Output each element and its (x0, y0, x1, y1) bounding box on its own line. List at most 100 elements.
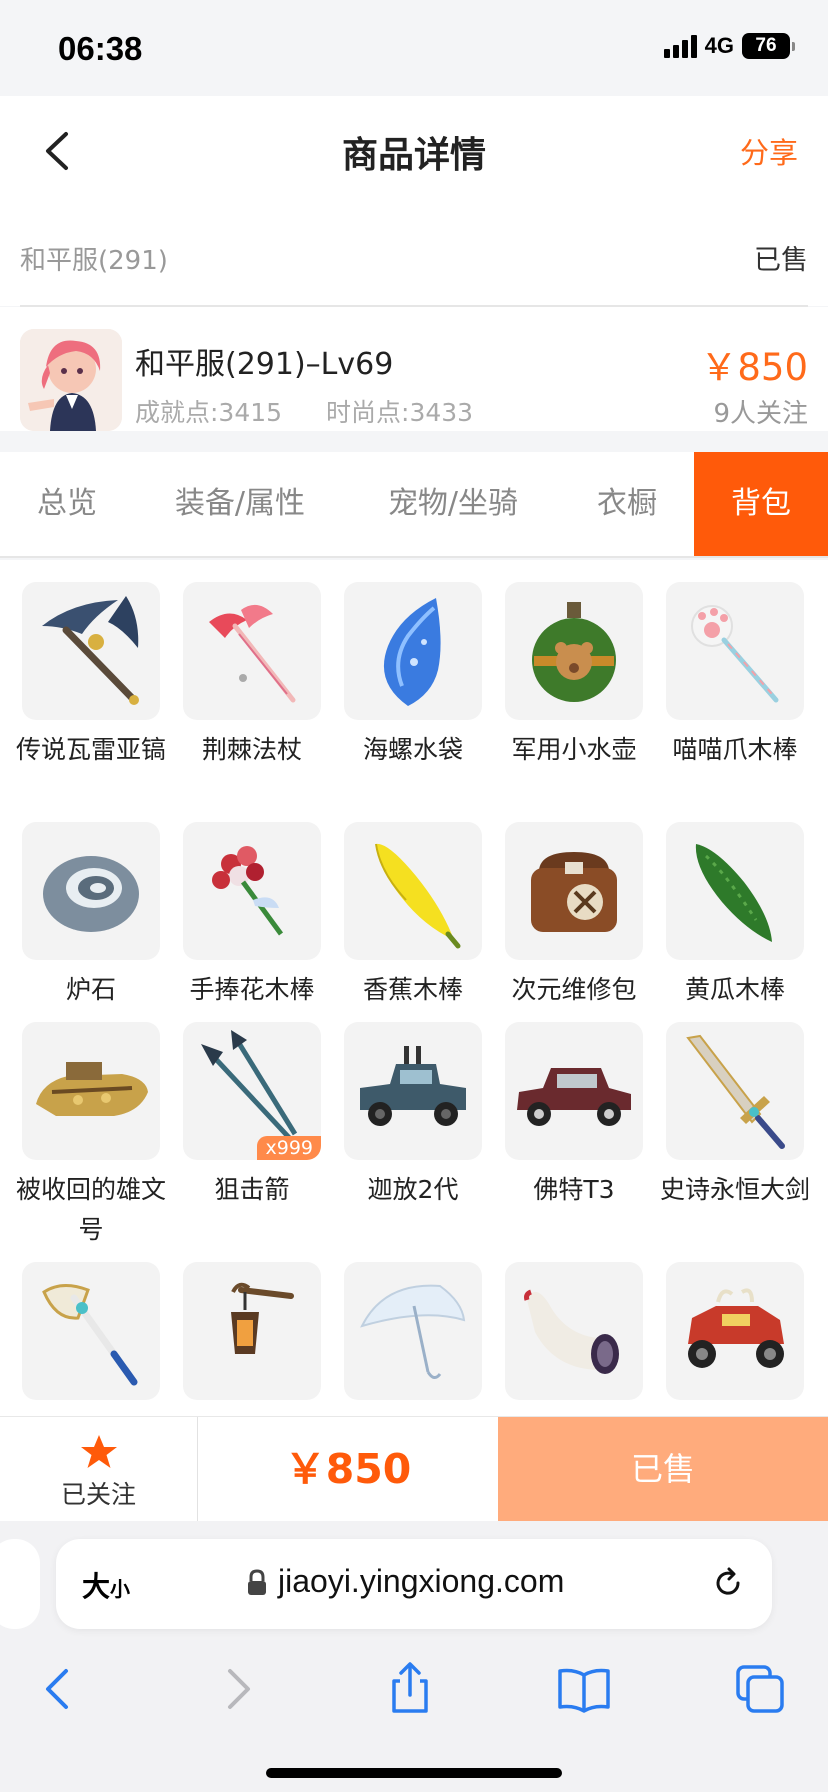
ship-icon (36, 1062, 148, 1116)
network-type: 4G (704, 33, 734, 58)
item-card[interactable] (494, 1262, 654, 1410)
address-bar[interactable]: 大小 jiaoyi.yingxiong.com (56, 1539, 772, 1629)
tab-bar: 总览 装备/属性 宠物/坐骑 衣橱 背包 (0, 452, 828, 558)
item-name: 喵喵爪木棒 (672, 735, 798, 764)
share-button[interactable]: 分享 (740, 130, 798, 172)
achievement-points: 成就点:3415 (135, 398, 283, 427)
tab-equipment[interactable]: 装备/属性 (134, 452, 346, 556)
bottom-action-bar: 已关注 ￥850 已售 (0, 1416, 828, 1522)
product-meta: 成就点:3415 时尚点:3433 (135, 393, 473, 429)
umbrella-icon (360, 1284, 466, 1379)
item-card[interactable] (333, 1262, 493, 1410)
follow-label: 已关注 (60, 1480, 136, 1509)
browser-forward-icon[interactable] (206, 1659, 266, 1719)
browser-back-icon[interactable] (30, 1659, 90, 1719)
axe-icon (42, 1284, 138, 1386)
item-card[interactable]: x999 狙击箭 (172, 1022, 332, 1210)
item-name: 史诗永恒大剑 (659, 1175, 810, 1204)
pickaxe-icon (42, 596, 139, 705)
status-time: 06:38 (58, 30, 143, 67)
item-name: 手捧花木棒 (189, 975, 315, 1004)
sold-button[interactable]: 已售 (498, 1417, 828, 1522)
bookmarks-icon[interactable] (554, 1659, 614, 1719)
battery-icon: 76 (742, 33, 795, 59)
follow-button[interactable]: 已关注 (0, 1417, 198, 1522)
staff-icon (209, 604, 296, 703)
star-icon (80, 1435, 117, 1468)
share-icon[interactable] (380, 1659, 440, 1719)
item-card[interactable]: 史诗永恒大剑 (655, 1022, 815, 1210)
tab-backpack[interactable]: 背包 (694, 452, 828, 556)
item-card[interactable]: 传说瓦雷亚镐 (11, 582, 171, 770)
home-indicator[interactable] (266, 1768, 562, 1778)
sword-icon (686, 1034, 785, 1149)
item-name: 迦放2代 (367, 1175, 459, 1204)
horn-icon (524, 1289, 619, 1374)
text-size-small: 小 (110, 1577, 131, 1601)
cucumber-icon (695, 844, 772, 942)
avatar (20, 329, 122, 431)
previous-tab-peek[interactable] (0, 1539, 40, 1629)
item-card[interactable] (11, 1262, 171, 1410)
banana-icon (375, 843, 461, 949)
bottom-price: ￥850 (284, 1445, 412, 1493)
battery-level: 76 (755, 35, 777, 56)
conch-icon (383, 598, 441, 706)
lock-icon (248, 1569, 266, 1595)
url-text: jiaoyi.yingxiong.com (278, 1563, 565, 1599)
bouquet-icon (212, 846, 284, 936)
item-name: 次元维修包 (511, 975, 637, 1004)
item-card[interactable]: 迦放2代 (333, 1022, 493, 1210)
item-card[interactable]: 喵喵爪木棒 (655, 582, 815, 770)
item-card[interactable]: 香蕉木棒 (333, 822, 493, 1010)
tab-pets[interactable]: 宠物/坐骑 (346, 452, 560, 556)
text-size-big: 大 (82, 1570, 111, 1603)
item-card[interactable]: 炉石 (11, 822, 171, 1010)
repair-bag-icon (531, 852, 617, 932)
item-name: 被收回的雄文号 (15, 1175, 166, 1244)
server-name: 和平服(291) (20, 246, 168, 276)
backpack-grid: 传说瓦雷亚镐 荆棘法杖 海螺水袋 军用小水壶 喵喵爪木棒 炉石 手捧花木棒 香蕉… (0, 560, 828, 1416)
browser-chrome: 大小 jiaoyi.yingxiong.com (0, 1521, 828, 1792)
tab-overview[interactable]: 总览 (0, 452, 134, 556)
item-card[interactable] (655, 1262, 815, 1410)
status-badge: 已售 (754, 245, 808, 276)
item-name: 炉石 (65, 975, 116, 1004)
monster-car-icon (688, 1288, 784, 1368)
item-card[interactable]: 被收回的雄文号 (11, 1022, 171, 1250)
product-title: 和平服(291)–Lv69 (135, 347, 394, 382)
item-card[interactable]: 荆棘法杖 (172, 582, 332, 770)
item-card[interactable] (172, 1262, 332, 1410)
server-row: 和平服(291) 已售 (0, 206, 828, 306)
paw-wand-icon (691, 605, 779, 703)
lantern-icon (231, 1282, 294, 1354)
status-indicators: 4G 76 (663, 33, 795, 59)
item-name: 荆棘法杖 (201, 735, 302, 764)
item-card[interactable]: 黄瓜木棒 (655, 822, 815, 1010)
car-icon (517, 1068, 631, 1126)
tab-wardrobe[interactable]: 衣橱 (560, 452, 694, 556)
item-card[interactable]: 军用小水壶 (494, 582, 654, 770)
item-name: 黄瓜木棒 (684, 975, 785, 1004)
item-name: 军用小水壶 (511, 735, 637, 764)
product-price: ￥850 (700, 346, 808, 389)
item-card[interactable]: 手捧花木棒 (172, 822, 332, 1010)
product-card: 和平服(291)–Lv69 成就点:3415 时尚点:3433 ￥850 9人关… (0, 307, 828, 431)
fashion-points: 时尚点:3433 (326, 398, 474, 427)
item-name: 传说瓦雷亚镐 (15, 735, 166, 764)
item-name: 狙击箭 (214, 1175, 290, 1204)
hearthstone-icon (43, 856, 139, 932)
tabs-icon[interactable] (730, 1659, 790, 1719)
item-card[interactable]: 海螺水袋 (333, 582, 493, 770)
reload-icon[interactable] (710, 1565, 746, 1601)
nav-bar: 商品详情 分享 (0, 96, 828, 206)
follower-count: 9人关注 (713, 399, 808, 429)
item-card[interactable]: 次元维修包 (494, 822, 654, 1010)
canteen-icon (532, 602, 616, 702)
quantity-badge: x999 (257, 1136, 321, 1160)
status-bar: 06:38 4G 76 (0, 0, 828, 96)
signal-icon (663, 34, 697, 58)
page-title: 商品详情 (341, 135, 486, 176)
text-size-button[interactable]: 大小 (82, 1565, 130, 1605)
item-card[interactable]: 佛特T3 (494, 1022, 654, 1210)
